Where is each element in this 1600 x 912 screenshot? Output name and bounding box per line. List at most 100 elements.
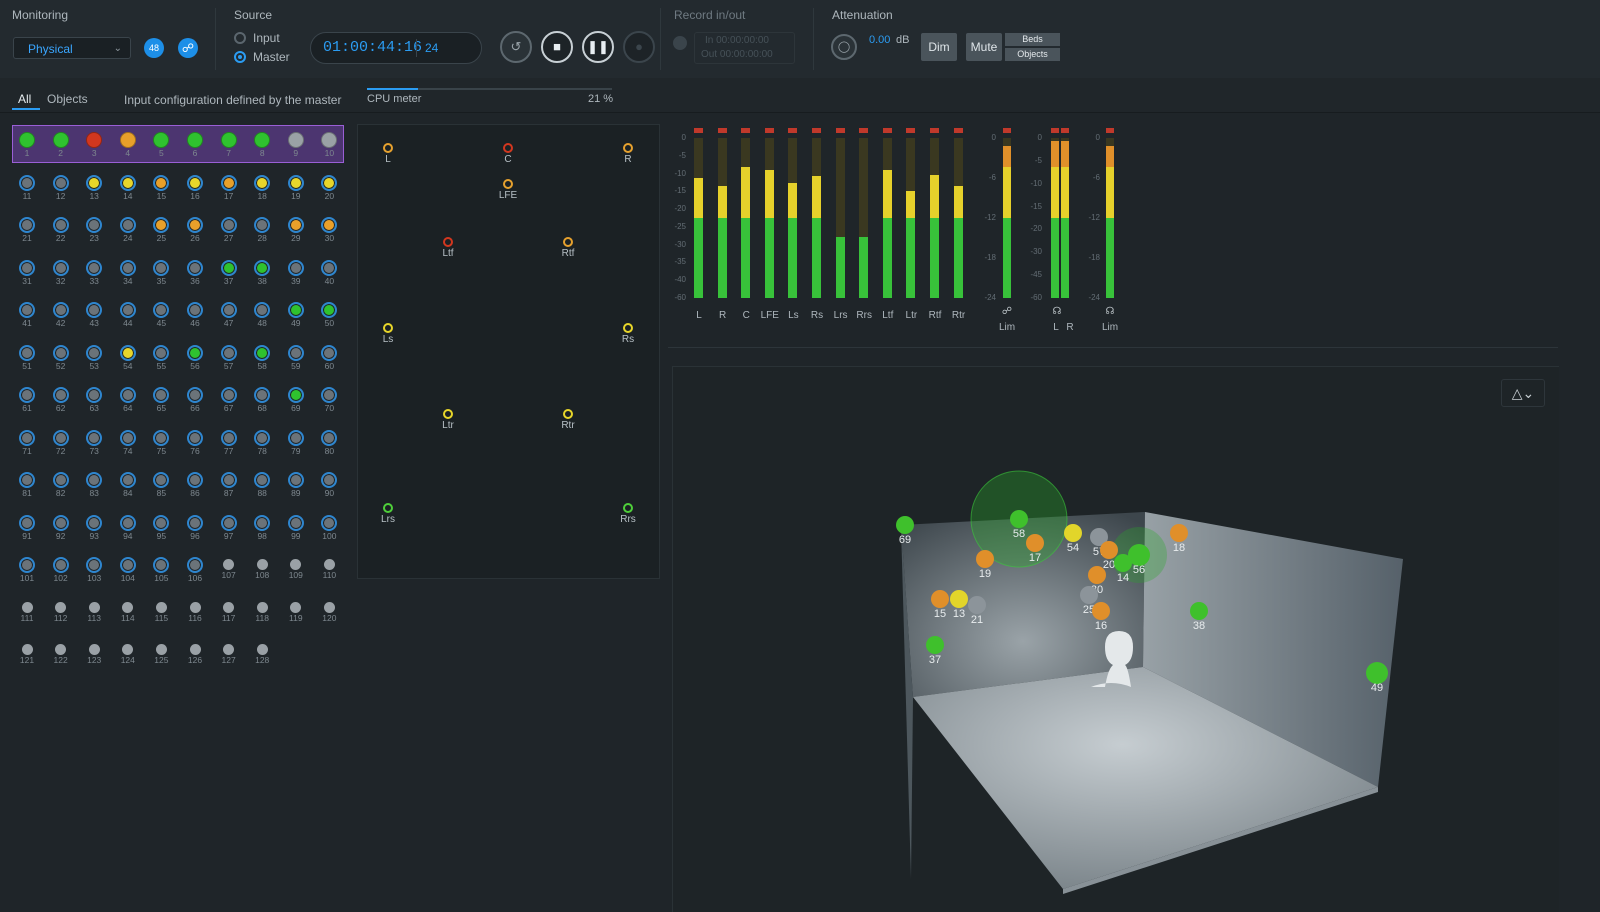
channel-60[interactable]: 60 <box>312 339 346 381</box>
channel-78[interactable]: 78 <box>245 424 279 466</box>
channel-85[interactable]: 85 <box>144 466 178 508</box>
object-19[interactable] <box>976 550 994 568</box>
channel-37[interactable]: 37 <box>212 254 246 296</box>
channel-90[interactable]: 90 <box>312 466 346 508</box>
channel-109[interactable]: 109 <box>279 551 313 593</box>
channel-83[interactable]: 83 <box>77 466 111 508</box>
channel-47[interactable]: 47 <box>212 296 246 338</box>
channel-92[interactable]: 92 <box>44 509 78 551</box>
channel-12[interactable]: 12 <box>44 169 78 211</box>
channel-9[interactable]: 9 <box>279 126 313 168</box>
channel-106[interactable]: 106 <box>178 551 212 593</box>
channel-62[interactable]: 62 <box>44 381 78 423</box>
channel-95[interactable]: 95 <box>144 509 178 551</box>
channel-115[interactable]: 115 <box>144 594 178 636</box>
channel-79[interactable]: 79 <box>279 424 313 466</box>
channel-117[interactable]: 117 <box>212 594 246 636</box>
channel-6[interactable]: 6 <box>178 126 212 168</box>
channel-24[interactable]: 24 <box>111 211 145 253</box>
channel-70[interactable]: 70 <box>312 381 346 423</box>
tab-all[interactable]: All <box>18 92 31 106</box>
channel-63[interactable]: 63 <box>77 381 111 423</box>
channel-104[interactable]: 104 <box>111 551 145 593</box>
channel-105[interactable]: 105 <box>144 551 178 593</box>
channel-71[interactable]: 71 <box>10 424 44 466</box>
channel-25[interactable]: 25 <box>144 211 178 253</box>
channel-74[interactable]: 74 <box>111 424 145 466</box>
channel-21[interactable]: 21 <box>10 211 44 253</box>
object-18[interactable] <box>1170 524 1188 542</box>
channel-13[interactable]: 13 <box>77 169 111 211</box>
monitoring-device-dropdown[interactable]: Physical ⌄ <box>13 37 131 59</box>
channel-35[interactable]: 35 <box>144 254 178 296</box>
channel-54[interactable]: 54 <box>111 339 145 381</box>
channel-73[interactable]: 73 <box>77 424 111 466</box>
objects-button[interactable]: Objects <box>1005 48 1060 61</box>
channel-17[interactable]: 17 <box>212 169 246 211</box>
object-17[interactable] <box>1026 534 1044 552</box>
channel-46[interactable]: 46 <box>178 296 212 338</box>
channel-69[interactable]: 69 <box>279 381 313 423</box>
channel-8[interactable]: 8 <box>245 126 279 168</box>
channel-68[interactable]: 68 <box>245 381 279 423</box>
record-button[interactable]: ● <box>623 31 655 63</box>
channel-3[interactable]: 3 <box>77 126 111 168</box>
channel-40[interactable]: 40 <box>312 254 346 296</box>
object-21[interactable] <box>968 596 986 614</box>
channel-107[interactable]: 107 <box>212 551 246 593</box>
channel-65[interactable]: 65 <box>144 381 178 423</box>
source-master-radio[interactable] <box>234 51 246 63</box>
pause-button[interactable]: ❚❚ <box>582 31 614 63</box>
object-49[interactable] <box>1366 662 1388 684</box>
speaker-ltr[interactable]: Ltr <box>428 409 468 431</box>
channel-43[interactable]: 43 <box>77 296 111 338</box>
channel-87[interactable]: 87 <box>212 466 246 508</box>
channel-91[interactable]: 91 <box>10 509 44 551</box>
dim-button[interactable]: Dim <box>921 33 957 61</box>
channel-34[interactable]: 34 <box>111 254 145 296</box>
channel-15[interactable]: 15 <box>144 169 178 211</box>
channel-103[interactable]: 103 <box>77 551 111 593</box>
speaker-l[interactable]: L <box>368 143 408 165</box>
speaker-rrs[interactable]: Rrs <box>608 503 648 525</box>
channel-23[interactable]: 23 <box>77 211 111 253</box>
channel-128[interactable]: 128 <box>245 636 279 678</box>
channel-119[interactable]: 119 <box>279 594 313 636</box>
source-input-radio[interactable] <box>234 32 246 44</box>
record-inout-toggle[interactable] <box>673 36 687 50</box>
channel-113[interactable]: 113 <box>77 594 111 636</box>
channel-59[interactable]: 59 <box>279 339 313 381</box>
object-69[interactable] <box>896 516 914 534</box>
channel-44[interactable]: 44 <box>111 296 145 338</box>
channel-120[interactable]: 120 <box>312 594 346 636</box>
speaker-lfe[interactable]: LFE <box>488 179 528 201</box>
channel-110[interactable]: 110 <box>312 551 346 593</box>
channel-5[interactable]: 5 <box>144 126 178 168</box>
channel-36[interactable]: 36 <box>178 254 212 296</box>
channel-121[interactable]: 121 <box>10 636 44 678</box>
channel-111[interactable]: 111 <box>10 594 44 636</box>
tab-objects[interactable]: Objects <box>47 92 88 106</box>
channel-53[interactable]: 53 <box>77 339 111 381</box>
channel-66[interactable]: 66 <box>178 381 212 423</box>
channel-57[interactable]: 57 <box>212 339 246 381</box>
channel-99[interactable]: 99 <box>279 509 313 551</box>
sample-rate-badge[interactable]: 48 <box>144 38 164 58</box>
channel-58[interactable]: 58 <box>245 339 279 381</box>
channel-14[interactable]: 14 <box>111 169 145 211</box>
channel-55[interactable]: 55 <box>144 339 178 381</box>
channel-19[interactable]: 19 <box>279 169 313 211</box>
channel-56[interactable]: 56 <box>178 339 212 381</box>
channel-124[interactable]: 124 <box>111 636 145 678</box>
channel-102[interactable]: 102 <box>44 551 78 593</box>
channel-118[interactable]: 118 <box>245 594 279 636</box>
channel-48[interactable]: 48 <box>245 296 279 338</box>
speaker-rs[interactable]: Rs <box>608 323 648 345</box>
object-14[interactable] <box>1114 554 1132 572</box>
channel-112[interactable]: 112 <box>44 594 78 636</box>
channel-49[interactable]: 49 <box>279 296 313 338</box>
object-3d-view[interactable]: △⌄ 69 58 17 54 57 56 18 19 20 14 30 25 16 15 13 21 38 37 4… <box>672 366 1559 912</box>
beds-button[interactable]: Beds <box>1005 33 1060 46</box>
speaker-ls[interactable]: Ls <box>368 323 408 345</box>
channel-101[interactable]: 101 <box>10 551 44 593</box>
